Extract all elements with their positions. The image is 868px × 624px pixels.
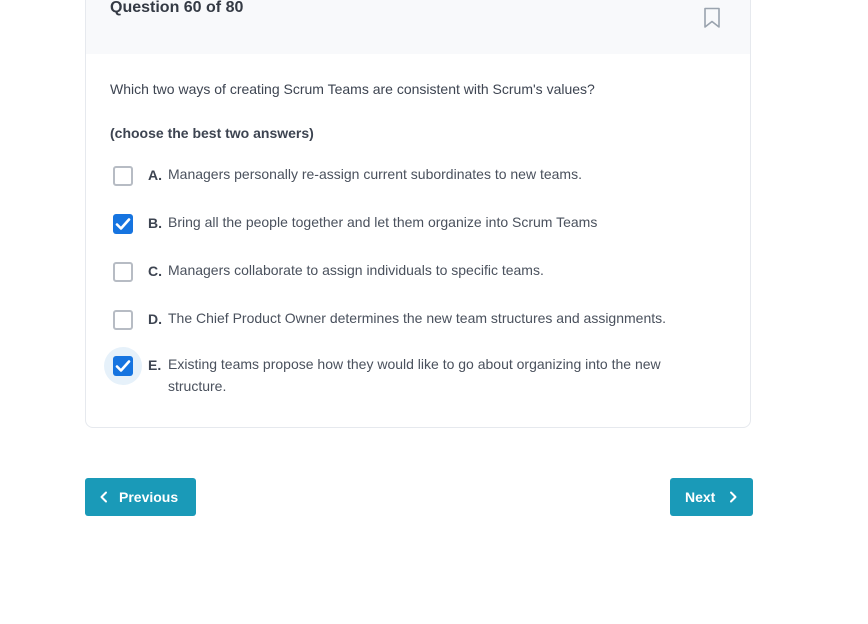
bookmark-icon[interactable] bbox=[702, 7, 722, 29]
option-text: Managers personally re-assign current su… bbox=[168, 166, 582, 182]
option-letter: B. bbox=[148, 215, 162, 231]
question-card: Question 60 of 80 Which two ways of crea… bbox=[85, 0, 751, 428]
checkbox-box bbox=[113, 166, 133, 186]
checkbox-c[interactable] bbox=[104, 253, 142, 291]
question-title: Question 60 of 80 bbox=[110, 0, 244, 16]
chevron-right-icon bbox=[730, 491, 737, 503]
next-button[interactable]: Next bbox=[670, 478, 753, 516]
question-text: Which two ways of creating Scrum Teams a… bbox=[110, 81, 595, 97]
option-letter: A. bbox=[148, 167, 162, 183]
option-letter: C. bbox=[148, 263, 162, 279]
option-text: Existing teams propose how they would li… bbox=[168, 356, 661, 394]
previous-label: Previous bbox=[119, 489, 179, 505]
checkbox-box bbox=[113, 356, 133, 376]
answer-instruction: (choose the best two answers) bbox=[110, 125, 314, 141]
checkbox-box bbox=[113, 262, 133, 282]
chevron-left-icon bbox=[100, 491, 107, 503]
option-text: Bring all the people together and let th… bbox=[168, 214, 598, 230]
question-header: Question 60 of 80 bbox=[86, 0, 750, 54]
checkmark-icon bbox=[115, 360, 131, 372]
option-letter: D. bbox=[148, 311, 162, 327]
option-text: Managers collaborate to assign individua… bbox=[168, 262, 544, 278]
checkbox-box bbox=[113, 214, 133, 234]
checkmark-icon bbox=[115, 218, 131, 230]
checkbox-b[interactable] bbox=[104, 205, 142, 243]
checkbox-box bbox=[113, 310, 133, 330]
previous-button[interactable]: Previous bbox=[85, 478, 196, 516]
checkbox-e[interactable] bbox=[104, 347, 142, 385]
checkbox-d[interactable] bbox=[104, 301, 142, 339]
next-label: Next bbox=[685, 489, 716, 505]
checkbox-a[interactable] bbox=[104, 157, 142, 195]
option-text: The Chief Product Owner determines the n… bbox=[168, 310, 667, 326]
option-letter: E. bbox=[148, 357, 162, 373]
